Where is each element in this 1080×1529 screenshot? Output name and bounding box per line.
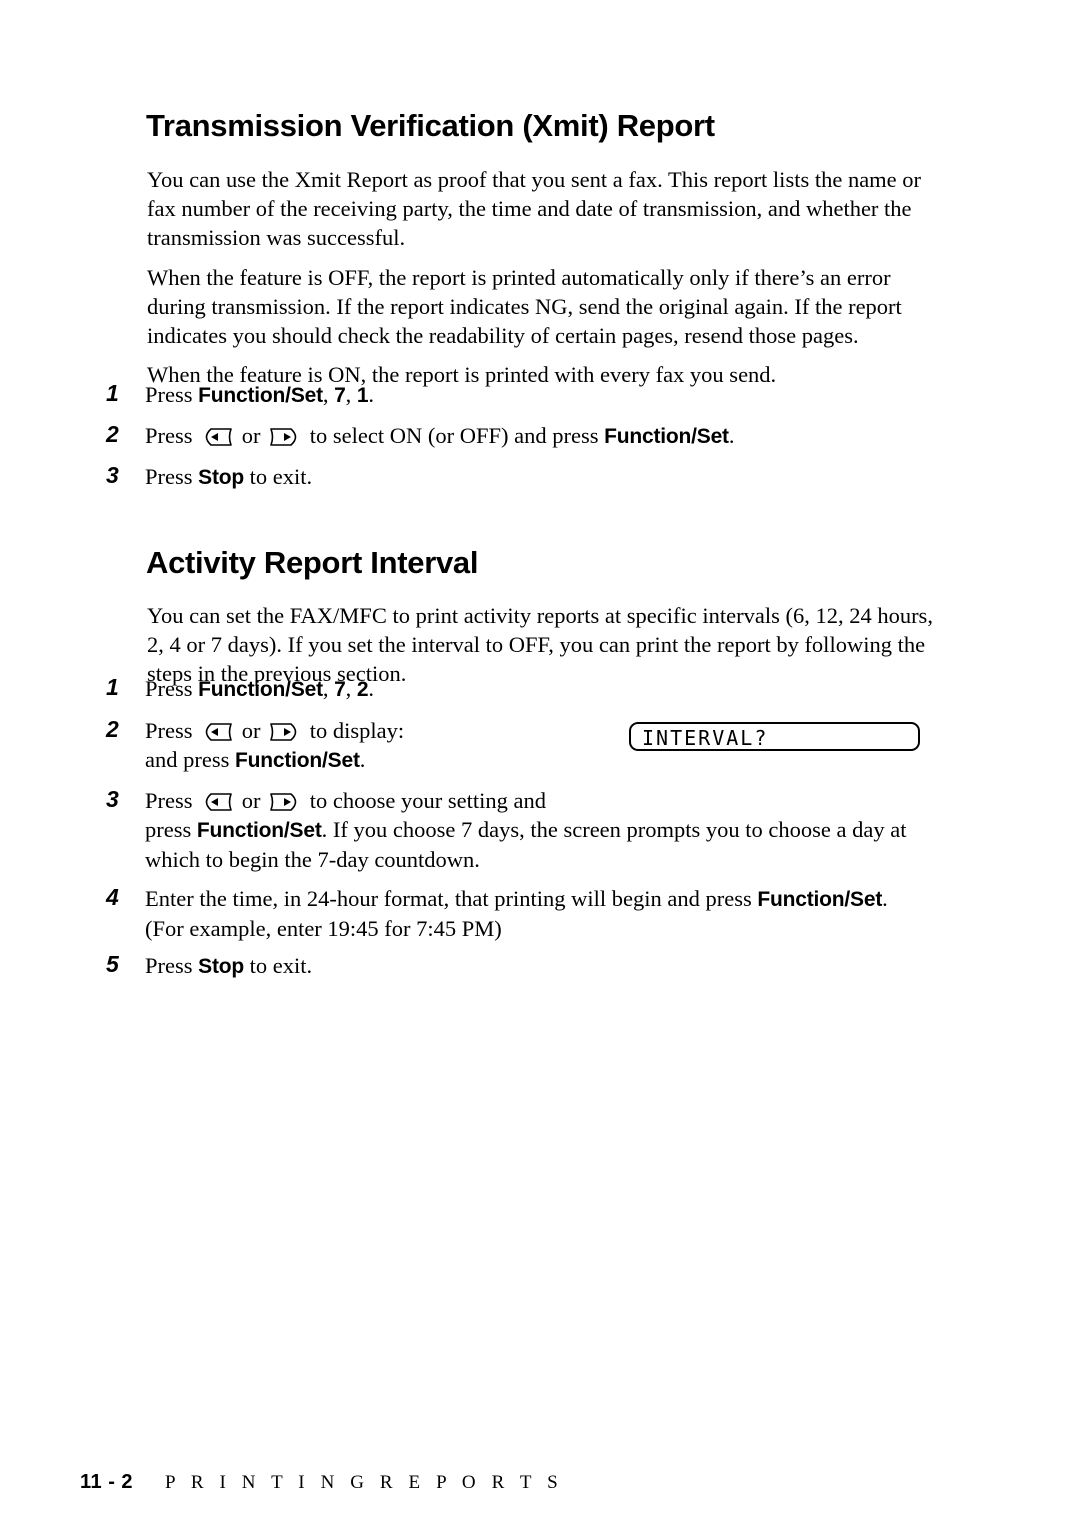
step-text: Press Stop to exit. bbox=[145, 953, 313, 978]
left-arrow-key-icon bbox=[201, 722, 233, 742]
key-label: 1 bbox=[356, 384, 369, 407]
right-arrow-key-icon bbox=[269, 427, 301, 447]
step-number: 1 bbox=[106, 674, 119, 700]
key-label: Stop bbox=[198, 466, 244, 489]
paragraph-xmit-2: When the feature is OFF, the report is p… bbox=[147, 264, 902, 348]
key-label: Function/Set bbox=[234, 749, 360, 772]
step-text: Press or to display: and press Function/S… bbox=[145, 718, 405, 772]
step-text: Press Stop to exit. bbox=[145, 464, 313, 489]
key-label: Function/Set bbox=[198, 384, 323, 407]
key-label: 7 bbox=[334, 678, 346, 701]
step-number: 1 bbox=[106, 380, 119, 406]
step-number: 2 bbox=[106, 421, 119, 447]
manual-page: Transmission Verification (Xmit) Report … bbox=[0, 0, 1080, 1529]
key-label: Function/Set bbox=[196, 819, 322, 842]
step-number: 3 bbox=[106, 462, 119, 488]
step-item: 2 Press or to select ON (or OFF) and pre… bbox=[106, 421, 946, 451]
step-text: Press or to select ON (or OFF) and press… bbox=[145, 423, 735, 448]
lcd-display-text: INTERVAL? bbox=[642, 726, 769, 750]
lcd-display-panel: INTERVAL? bbox=[629, 722, 920, 751]
step-text: Enter the time, in 24-hour format, that … bbox=[145, 886, 888, 941]
step-item: 5 Press Stop to exit. bbox=[106, 951, 946, 981]
paragraph-xmit-1: You can use the Xmit Report as proof tha… bbox=[147, 166, 922, 250]
step-item: 3 Press Stop to exit. bbox=[106, 462, 946, 492]
step-number: 2 bbox=[106, 716, 119, 742]
key-label: Stop bbox=[198, 955, 244, 978]
left-arrow-key-icon bbox=[201, 427, 233, 447]
right-arrow-key-icon bbox=[269, 722, 301, 742]
key-label: Function/Set bbox=[757, 888, 883, 911]
step-text: Press Function/Set, 7, 2. bbox=[145, 676, 374, 701]
step-item: 3 Press or to choose your setting and pre… bbox=[106, 786, 946, 874]
page-footer: 11 - 2 P R I N T I N G R E P O R T S bbox=[80, 1471, 563, 1501]
section-heading-xmit: Transmission Verification (Xmit) Report bbox=[146, 107, 715, 143]
key-label: Function/Set bbox=[198, 678, 323, 701]
step-item: 1 Press Function/Set, 7, 2. bbox=[106, 674, 946, 704]
right-arrow-key-icon bbox=[269, 792, 301, 812]
step-text: Press or to choose your setting and press… bbox=[145, 788, 907, 872]
step-item: 4 Enter the time, in 24-hour format, tha… bbox=[106, 884, 946, 943]
step-item: 1 Press Function/Set, 7, 1. bbox=[106, 380, 946, 410]
step-number: 3 bbox=[106, 786, 119, 812]
footer-page-number: 11 - 2 bbox=[80, 1471, 134, 1493]
key-label: 7 bbox=[334, 384, 346, 407]
step-text: Press Function/Set, 7, 1. bbox=[145, 382, 374, 407]
step-number: 4 bbox=[106, 884, 119, 910]
footer-chapter-title: P R I N T I N G R E P O R T S bbox=[165, 1472, 564, 1493]
key-label: Function/Set bbox=[604, 425, 729, 448]
step-number: 5 bbox=[106, 951, 119, 977]
key-label: 2 bbox=[356, 678, 369, 701]
left-arrow-key-icon bbox=[201, 792, 233, 812]
section-heading-activity: Activity Report Interval bbox=[146, 544, 479, 580]
